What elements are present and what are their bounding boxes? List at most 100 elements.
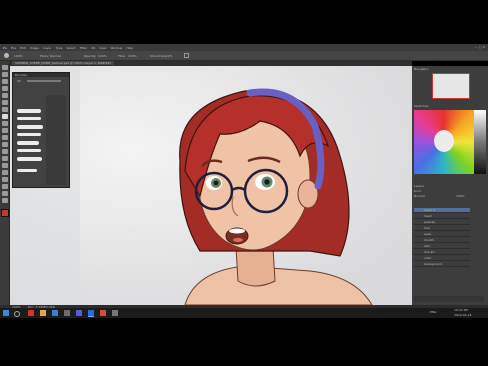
- menu-item-image[interactable]: Image: [30, 46, 39, 50]
- brush-tool-preset-icon[interactable]: [4, 53, 9, 58]
- brushes-panel-title: Brushes: [15, 73, 28, 77]
- hand-tool-icon[interactable]: [2, 191, 8, 196]
- language-indicator[interactable]: ENG: [430, 310, 436, 314]
- taskbar-app-icon[interactable]: [64, 310, 70, 316]
- layer-filter-kind[interactable]: Kind: [414, 189, 421, 193]
- menu-item-help[interactable]: Help: [126, 46, 133, 50]
- brush-size-readout[interactable]: 20: [17, 79, 21, 83]
- layer-name: head: [424, 214, 432, 218]
- lasso-tool-icon[interactable]: [2, 79, 8, 84]
- healing-tool-icon[interactable]: [2, 107, 8, 112]
- window-controls-icon[interactable]: — □ ✕: [475, 45, 485, 49]
- layer-row[interactable]: skin: [414, 244, 470, 249]
- taskbar-app-icon[interactable]: [52, 310, 58, 316]
- taskbar-app-icon[interactable]: [112, 310, 118, 316]
- crop-tool-icon[interactable]: [2, 93, 8, 98]
- taskbar-app-icon[interactable]: [100, 310, 106, 316]
- start-button-icon[interactable]: [3, 310, 9, 316]
- opacity-value[interactable]: 100%: [98, 54, 107, 58]
- letterbox-top: [0, 0, 488, 44]
- menu-item-select[interactable]: Select: [66, 46, 75, 50]
- type-tool-icon[interactable]: [2, 170, 8, 175]
- layer-row[interactable]: hair: [414, 226, 470, 231]
- menu-item-layer[interactable]: Layer: [43, 46, 51, 50]
- canvas[interactable]: [10, 66, 412, 305]
- smoothing-value[interactable]: 10%: [166, 54, 173, 58]
- brush-stroke-preview[interactable]: [17, 157, 42, 161]
- zoom-tool-icon[interactable]: [2, 198, 8, 203]
- taskbar-app-icon[interactable]: [28, 310, 34, 316]
- blend-mode-dropdown[interactable]: Normal: [414, 194, 425, 198]
- shape-tool-icon[interactable]: [2, 184, 8, 189]
- smoothing-label: Smoothing:: [150, 54, 168, 58]
- layer-row[interactable]: eyes: [414, 232, 470, 237]
- swatches-center: [434, 130, 454, 152]
- brush-stroke-preview[interactable]: [17, 117, 41, 120]
- brush-stroke-preview[interactable]: [17, 149, 41, 152]
- layer-name: line art: [424, 250, 435, 254]
- marquee-tool-icon[interactable]: [2, 72, 8, 77]
- taskbar-app-icon[interactable]: [40, 310, 46, 316]
- navigator-thumbnail[interactable]: [432, 73, 470, 99]
- dodge-tool-icon[interactable]: [2, 156, 8, 161]
- brush-tool-icon[interactable]: [2, 114, 8, 119]
- brush-stroke-preview[interactable]: [17, 169, 37, 172]
- document-tab[interactable]: SUMMER_SCENE_HOME_backup.psd @ 100% (Lay…: [12, 61, 114, 65]
- clock-time[interactable]: 19:03 PM: [454, 308, 468, 312]
- pen-tool-icon[interactable]: [2, 163, 8, 168]
- brush-stroke-preview[interactable]: [17, 141, 39, 145]
- brush-size-slider[interactable]: [27, 80, 61, 82]
- value-strip[interactable]: [474, 110, 486, 174]
- photoshop-taskbar-icon[interactable]: [88, 310, 94, 317]
- layer-name: glasses: [424, 220, 436, 224]
- navigator-title[interactable]: Navigator: [414, 67, 429, 71]
- flow-value[interactable]: 100%: [128, 54, 137, 58]
- layer-row[interactable]: line art: [414, 250, 470, 255]
- flow-label: Flow:: [118, 54, 126, 58]
- layer-row[interactable]: head: [414, 214, 470, 219]
- mode-dropdown[interactable]: Mode: Normal: [40, 54, 61, 58]
- brushes-panel: Brushes 20: [12, 72, 70, 188]
- settings-gear-icon[interactable]: [184, 53, 189, 58]
- brush-size-value[interactable]: 100%: [14, 54, 23, 58]
- clock-date[interactable]: 2019-04-18: [454, 313, 471, 317]
- app-logo-icon: Ps: [3, 45, 7, 50]
- eyedropper-tool-icon[interactable]: [2, 100, 8, 105]
- canvas-artwork: [10, 66, 412, 305]
- menu-item-view[interactable]: View: [99, 46, 106, 50]
- layer-row[interactable]: Layer 1: [414, 208, 470, 213]
- history-brush-tool-icon[interactable]: [2, 128, 8, 133]
- menu-item-3d[interactable]: 3D: [91, 46, 95, 50]
- menu-item-type[interactable]: Type: [56, 46, 63, 50]
- layer-row[interactable]: mouth: [414, 238, 470, 243]
- blur-tool-icon[interactable]: [2, 149, 8, 154]
- layer-name: background: [424, 262, 442, 266]
- windows-taskbar: ENG 19:03 PM 2019-04-18: [0, 308, 488, 318]
- path-select-tool-icon[interactable]: [2, 177, 8, 182]
- move-tool-icon[interactable]: [2, 65, 8, 70]
- layers-title[interactable]: Layers: [414, 184, 424, 188]
- foreground-color-swatch[interactable]: [1, 209, 9, 217]
- brush-stroke-preview[interactable]: [17, 109, 41, 113]
- menu-item-window[interactable]: Window: [111, 46, 123, 50]
- layer-opacity-value[interactable]: 100%: [456, 194, 465, 198]
- layer-name: Layer 1: [424, 208, 436, 212]
- layer-row[interactable]: background: [414, 262, 470, 267]
- search-icon[interactable]: [14, 311, 20, 317]
- menu-item-filter[interactable]: Filter: [80, 46, 87, 50]
- gradient-tool-icon[interactable]: [2, 142, 8, 147]
- brush-stroke-preview[interactable]: [17, 125, 43, 129]
- menu-item-edit[interactable]: Edit: [20, 46, 26, 50]
- layer-name: mouth: [424, 238, 434, 242]
- brush-stroke-preview[interactable]: [17, 133, 41, 136]
- stamp-tool-icon[interactable]: [2, 121, 8, 126]
- letterbox-bottom: [0, 318, 488, 366]
- menu-item-file[interactable]: File: [11, 46, 16, 50]
- taskbar-app-icon[interactable]: [76, 310, 82, 316]
- swatches-title[interactable]: Swatches: [414, 104, 428, 108]
- layers-footer-buttons[interactable]: [414, 296, 484, 302]
- layer-row[interactable]: color: [414, 256, 470, 261]
- quick-select-tool-icon[interactable]: [2, 86, 8, 91]
- layer-row[interactable]: glasses: [414, 220, 470, 225]
- eraser-tool-icon[interactable]: [2, 135, 8, 140]
